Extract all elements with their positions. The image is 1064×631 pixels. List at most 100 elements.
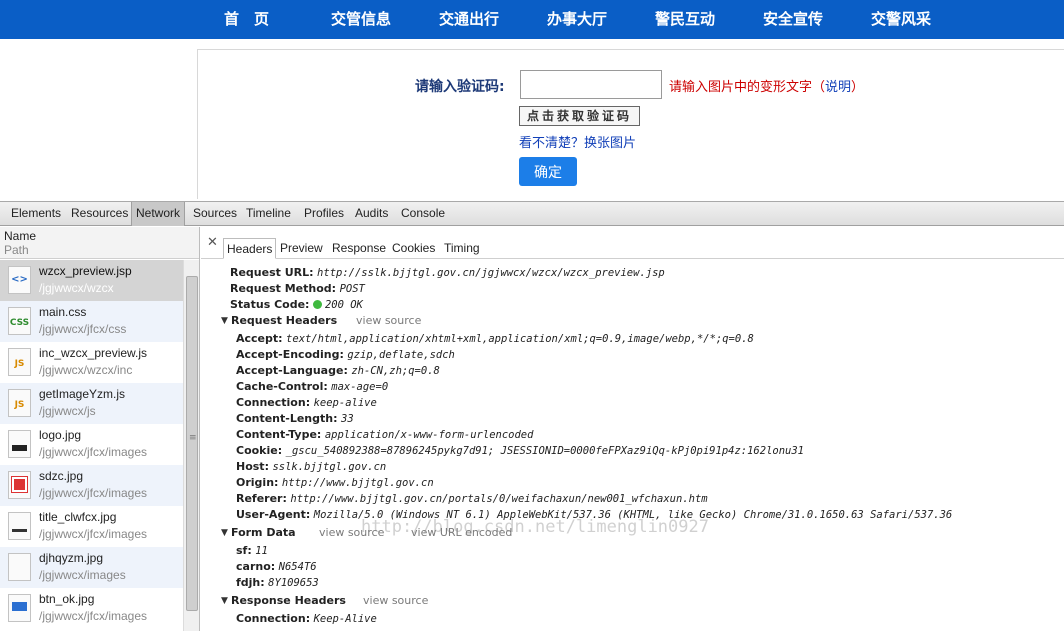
header-row: fdjh: 8Y109653	[236, 575, 319, 591]
request-row[interactable]: djhqyzm.jpg /jgjwwcx/images	[0, 547, 183, 588]
request-path: /jgjwwcx/wzcx	[39, 281, 114, 295]
header-row: Origin: http://www.bjjtgl.gov.cn	[236, 475, 434, 491]
status-ok-icon	[312, 300, 322, 309]
header-key: sf:	[236, 544, 252, 557]
nav-travel[interactable]: 交通出行	[439, 0, 499, 39]
expand-triangle-icon[interactable]: ▼	[221, 596, 228, 606]
header-key: Accept-Encoding:	[236, 348, 344, 361]
header-row: Cache-Control: max-age=0	[236, 379, 388, 395]
request-name: logo.jpg	[39, 428, 82, 442]
request-row[interactable]: CSS main.css /jgjwwcx/jfcx/css	[0, 301, 183, 342]
tab-response[interactable]: Response	[329, 238, 389, 259]
nav-service-hall[interactable]: 办事大厅	[547, 0, 607, 39]
header-value: Keep-Alive	[313, 613, 377, 625]
header-value: sslk.bjjtgl.gov.cn	[272, 461, 387, 473]
explain-link[interactable]: 说明	[825, 80, 851, 95]
request-name: wzcx_preview.jsp	[39, 264, 132, 278]
request-row[interactable]: title_clwfcx.jpg /jgjwwcx/jfcx/images	[0, 506, 183, 547]
devtools-panel: Elements Resources Network Sources Timel…	[0, 201, 1064, 631]
tab-network[interactable]: Network	[131, 202, 186, 226]
request-headers-title[interactable]: Request Headers	[231, 313, 337, 329]
tab-headers[interactable]: Headers	[223, 238, 277, 259]
tab-elements[interactable]: Elements	[7, 202, 65, 226]
header-row: Content-Type: application/x-www-form-url…	[236, 427, 533, 443]
tab-console[interactable]: Console	[397, 202, 449, 226]
request-list-header[interactable]: Name Path	[0, 227, 199, 259]
request-url-value: http://sslk.bjjtgl.gov.cn/jgjwwcx/wzcx/w…	[317, 267, 665, 279]
tab-resources[interactable]: Resources	[67, 202, 132, 226]
view-source-link[interactable]: view source	[363, 594, 428, 607]
header-row: Content-Length: 33	[236, 411, 354, 427]
header-value: application/x-www-form-urlencoded	[324, 429, 534, 441]
image-file-icon	[8, 471, 31, 499]
header-row: Accept: text/html,application/xhtml+xml,…	[236, 331, 754, 347]
request-path: /jgjwwcx/wzcx/inc	[39, 363, 133, 377]
request-name: main.css	[39, 305, 87, 319]
request-row[interactable]: logo.jpg /jgjwwcx/jfcx/images	[0, 424, 183, 465]
request-row[interactable]: <> wzcx_preview.jsp /jgjwwcx/wzcx	[0, 260, 183, 301]
nav-home[interactable]: 首 页	[224, 0, 269, 39]
hint-paren-close: ）	[851, 80, 865, 95]
request-row[interactable]: JS inc_wzcx_preview.js /jgjwwcx/wzcx/inc	[0, 342, 183, 383]
request-name: title_clwfcx.jpg	[39, 510, 117, 524]
header-row: Referer: http://www.bjjtgl.gov.cn/portal…	[236, 491, 708, 507]
header-value: max-age=0	[331, 381, 389, 393]
header-key: Accept:	[236, 332, 283, 345]
captcha-input[interactable]	[520, 70, 662, 99]
header-value: N654T6	[278, 561, 317, 573]
captcha-image[interactable]: 点击获取验证码	[519, 106, 640, 126]
tab-timeline[interactable]: Timeline	[242, 202, 295, 226]
response-headers-title[interactable]: Response Headers	[231, 593, 346, 609]
header-value: http://www.bjjtgl.gov.cn	[281, 477, 434, 489]
tab-audits[interactable]: Audits	[351, 202, 392, 226]
tab-cookies[interactable]: Cookies	[389, 238, 438, 259]
header-value: 11	[255, 545, 268, 557]
devtools-toolbar: Elements Resources Network Sources Timel…	[0, 202, 1064, 226]
request-row[interactable]: sdzc.jpg /jgjwwcx/jfcx/images	[0, 465, 183, 506]
request-name: sdzc.jpg	[39, 469, 84, 483]
request-name: btn_ok.jpg	[39, 592, 95, 606]
expand-triangle-icon[interactable]: ▼	[221, 528, 228, 538]
request-details: ✕ Headers Preview Response Cookies Timin…	[201, 227, 1064, 631]
confirm-button[interactable]: 确定	[519, 157, 577, 186]
request-name: inc_wzcx_preview.js	[39, 346, 148, 360]
captcha-hint-text: 请输入图片中的变形文字	[669, 80, 813, 95]
tab-profiles[interactable]: Profiles	[300, 202, 348, 226]
tab-timing[interactable]: Timing	[441, 238, 483, 259]
header-row: sf: 11	[236, 543, 268, 559]
tab-sources[interactable]: Sources	[189, 202, 241, 226]
request-list-scrollbar[interactable]: ≡	[183, 260, 199, 631]
expand-triangle-icon[interactable]: ▼	[221, 316, 228, 326]
close-icon[interactable]: ✕	[207, 235, 218, 250]
top-navigation: 首 页 交管信息 交通出行 办事大厅 警民互动 安全宣传 交警风采	[0, 0, 1064, 39]
image-file-icon	[8, 594, 31, 622]
hint-paren-open: （	[812, 80, 826, 95]
header-value: http://www.bjjtgl.gov.cn/portals/0/weifa…	[290, 493, 708, 505]
request-row[interactable]: btn_ok.jpg /jgjwwcx/jfcx/images	[0, 588, 183, 629]
nav-police-style[interactable]: 交警风采	[871, 0, 931, 39]
column-path: Path	[4, 243, 29, 257]
header-key: Cookie:	[236, 444, 283, 457]
js-file-icon: JS	[8, 389, 31, 417]
request-path: /jgjwwcx/jfcx/images	[39, 486, 148, 500]
header-value: 8Y109653	[268, 577, 319, 589]
status-code-value: 200 OK	[324, 299, 363, 311]
form-data-title[interactable]: Form Data	[231, 525, 296, 541]
refresh-captcha-link[interactable]: 看不清楚？换张图片	[519, 132, 636, 151]
header-key: Connection:	[236, 396, 311, 409]
nav-traffic-info[interactable]: 交管信息	[331, 0, 391, 39]
request-row[interactable]: JS getImageYzm.js /jgjwwcx/js	[0, 383, 183, 424]
nav-safety[interactable]: 安全宣传	[763, 0, 823, 39]
header-key: Connection:	[236, 612, 311, 625]
captcha-hint: 请输入图片中的变形文字（说明）	[669, 76, 864, 95]
header-row: Host: sslk.bjjtgl.gov.cn	[236, 459, 386, 475]
nav-interaction[interactable]: 警民互动	[655, 0, 715, 39]
header-key: fdjh:	[236, 576, 265, 589]
captcha-label: 请输入验证码:	[415, 79, 505, 95]
view-source-link[interactable]: view source	[356, 314, 421, 327]
scrollbar-thumb[interactable]: ≡	[186, 276, 198, 611]
header-row: Accept-Language: zh-CN,zh;q=0.8	[236, 363, 440, 379]
tab-preview[interactable]: Preview	[277, 238, 326, 259]
panel-border-left	[197, 49, 198, 199]
captcha-panel: 请输入验证码: 请输入图片中的变形文字（说明） 点击获取验证码 看不清楚？换张图…	[0, 39, 1064, 199]
